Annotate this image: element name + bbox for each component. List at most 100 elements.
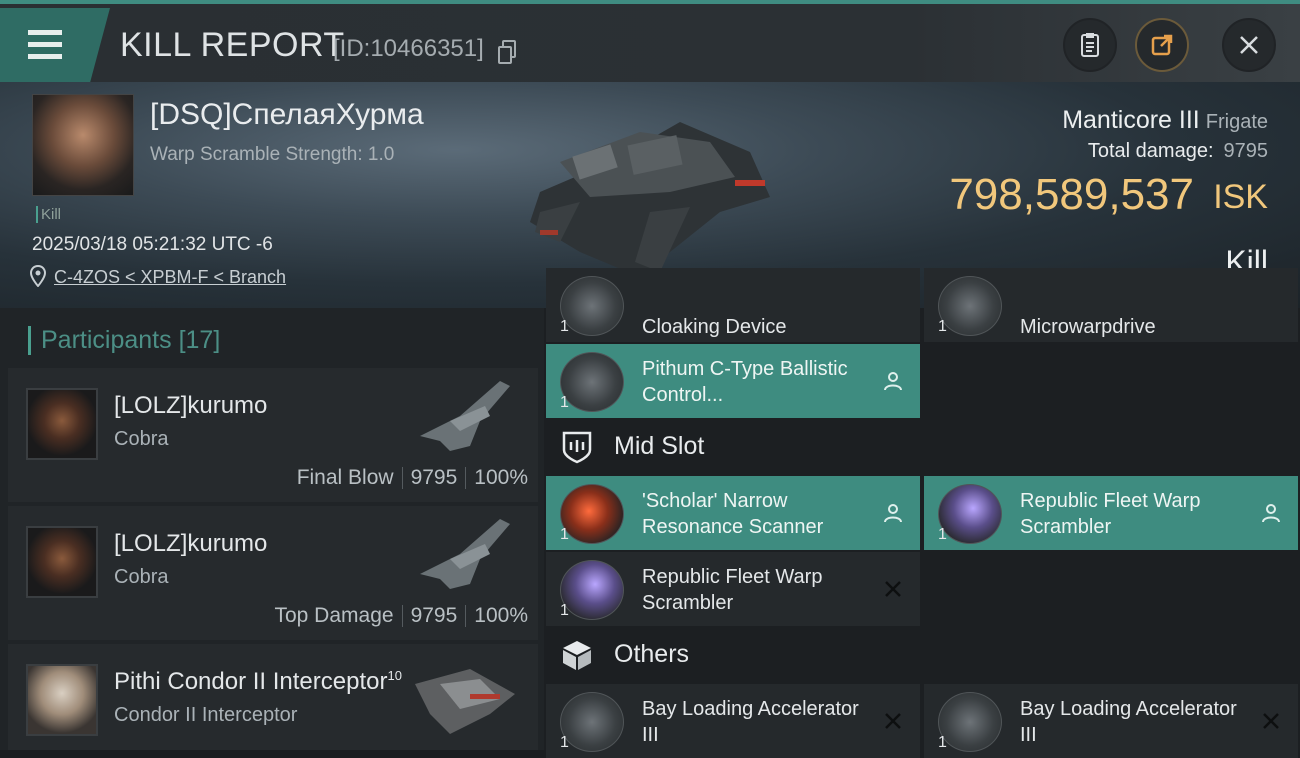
- ballistic-control-icon: [560, 352, 624, 412]
- clipboard-button[interactable]: [1063, 18, 1117, 72]
- module-quantity: 1: [560, 734, 569, 751]
- participant-ship-image: [420, 519, 510, 589]
- participant-damage: 9795: [410, 604, 458, 627]
- module-card[interactable]: 1 Republic Fleet Warp Scrambler: [924, 476, 1298, 550]
- cube-icon: [563, 641, 591, 670]
- total-damage-label: Total damage:: [1087, 140, 1214, 162]
- isk-unit: ISK: [1213, 178, 1268, 216]
- participant-name: Pithi Condor II Interceptor10: [114, 668, 402, 696]
- participant-stats: Final Blow 9795 100%: [297, 466, 528, 490]
- module-name: Cloaking Device: [642, 316, 787, 338]
- destroyed-icon: [885, 581, 901, 597]
- participants-panel: Participants [17] [LOLZ]kurumo Cobra Fin…: [0, 308, 544, 750]
- module-card[interactable]: 1 Republic Fleet Warp Scrambler: [546, 552, 920, 626]
- module-quantity: 1: [560, 602, 569, 619]
- participant-level: 10: [387, 668, 402, 683]
- total-damage: Total damage: 9795: [1088, 140, 1268, 163]
- others-label: Others: [614, 640, 690, 668]
- module-card[interactable]: 1 Microwarpdrive: [924, 268, 1298, 342]
- participant-avatar[interactable]: [26, 388, 98, 460]
- scanner-icon: [560, 484, 624, 544]
- clipboard-icon: [1081, 33, 1099, 57]
- victim-name[interactable]: [DSQ]СпелаяХурма: [150, 98, 424, 132]
- module-name: Microwarpdrive: [1020, 316, 1156, 338]
- hamburger-icon-line: [28, 54, 62, 59]
- warp-scrambler-icon: [938, 484, 1002, 544]
- kill-tag: Kill: [36, 206, 61, 223]
- participant-ship-image: [420, 381, 510, 451]
- participant-name: [LOLZ]kurumo: [114, 392, 268, 419]
- module-quantity: 1: [560, 526, 569, 543]
- module-card[interactable]: 1 Bay Loading Accelerator III: [924, 684, 1298, 758]
- participant-role: Final Blow: [296, 466, 394, 489]
- participants-count: [17]: [178, 326, 221, 354]
- location-link[interactable]: C-4ZOS < XPBM-F < Branch: [54, 267, 286, 288]
- hamburger-icon-line: [28, 42, 62, 47]
- warp-scramble-strength: Warp Scramble Strength: 1.0: [150, 144, 395, 165]
- location-pin-icon: [30, 265, 46, 287]
- module-quantity: 1: [938, 734, 947, 751]
- module-card[interactable]: 1 Bay Loading Accelerator III: [546, 684, 920, 758]
- title-bar: KILL REPORT [ID:10466351]: [0, 0, 1300, 82]
- participants-header: Participants [17]: [28, 326, 220, 355]
- kill-datetime: 2025/03/18 05:21:32 UTC -6: [32, 234, 273, 255]
- module-card[interactable]: 1 Pithum C-Type Ballistic Control...: [546, 344, 920, 418]
- victim-ship[interactable]: Manticore III Frigate: [1062, 106, 1268, 135]
- participant-ship: Cobra: [114, 428, 169, 450]
- module-name: Republic Fleet Warp Scrambler: [1020, 490, 1201, 538]
- participant-avatar[interactable]: [26, 664, 98, 736]
- module-name: 'Scholar' Narrow Resonance Scanner: [642, 490, 824, 538]
- microwarpdrive-icon: [938, 276, 1002, 336]
- participant-ship: Cobra: [114, 566, 169, 588]
- bay-loading-accelerator-icon: [938, 692, 1002, 752]
- ship-name: Manticore III: [1062, 106, 1200, 134]
- participant-row[interactable]: Pithi Condor II Interceptor10 Condor II …: [8, 644, 538, 750]
- participant-row[interactable]: [LOLZ]kurumo Cobra Final Blow 9795 100%: [8, 368, 538, 502]
- copy-icon[interactable]: [498, 40, 516, 64]
- participant-role: Top Damage: [274, 604, 394, 627]
- total-damage-value: 9795: [1223, 140, 1269, 162]
- module-quantity: 1: [938, 318, 947, 335]
- fitting-panel: 1 Cloaking Device 1 Microwarpdrive 1 Pit…: [544, 268, 1300, 758]
- victim-portrait[interactable]: [32, 94, 134, 196]
- mid-slot-label: Mid Slot: [614, 432, 705, 460]
- participants-title: Participants: [41, 326, 172, 354]
- share-icon: [1151, 34, 1173, 56]
- close-button[interactable]: [1222, 18, 1276, 72]
- report-id: [ID:10466351]: [333, 35, 484, 62]
- participant-avatar[interactable]: [26, 526, 98, 598]
- participant-stats: Top Damage 9795 100%: [274, 604, 528, 628]
- module-quantity: 1: [560, 318, 569, 335]
- warp-scrambler-icon: [560, 560, 624, 620]
- share-button[interactable]: [1135, 18, 1189, 72]
- module-card[interactable]: 1 'Scholar' Narrow Resonance Scanner: [546, 476, 920, 550]
- participant-percent: 100%: [474, 466, 528, 489]
- module-quantity: 1: [560, 394, 569, 411]
- participant-name-text: Pithi Condor II Interceptor: [114, 668, 388, 695]
- participant-damage: 9795: [410, 466, 458, 489]
- menu-button[interactable]: [0, 8, 110, 82]
- person-icon[interactable]: [882, 370, 904, 392]
- victim-ship-image: [530, 122, 770, 277]
- close-icon: [1240, 36, 1258, 54]
- participant-ship-image: [415, 669, 515, 734]
- participant-percent: 100%: [474, 604, 528, 627]
- module-name: Bay Loading Accelerator III: [642, 698, 859, 746]
- module-card[interactable]: 1 Cloaking Device: [546, 268, 920, 342]
- page-title: KILL REPORT: [120, 26, 345, 64]
- module-name: Republic Fleet Warp Scrambler: [642, 566, 823, 614]
- participant-ship: Condor II Interceptor: [114, 704, 298, 726]
- bay-loading-accelerator-icon: [560, 692, 624, 752]
- destroyed-icon: [1263, 713, 1279, 729]
- isk-value: 798,589,537: [949, 170, 1194, 219]
- person-icon[interactable]: [882, 502, 904, 524]
- participant-row[interactable]: [LOLZ]kurumo Cobra Top Damage 9795 100%: [8, 506, 538, 640]
- cloaking-device-icon: [560, 276, 624, 336]
- person-icon[interactable]: [1260, 502, 1282, 524]
- hamburger-icon: [28, 30, 62, 35]
- module-name: Pithum C-Type Ballistic Control...: [642, 358, 848, 406]
- destroyed-icon: [885, 713, 901, 729]
- participant-name: [LOLZ]kurumo: [114, 530, 268, 557]
- module-name: Bay Loading Accelerator III: [1020, 698, 1237, 746]
- ship-class: Frigate: [1205, 111, 1268, 133]
